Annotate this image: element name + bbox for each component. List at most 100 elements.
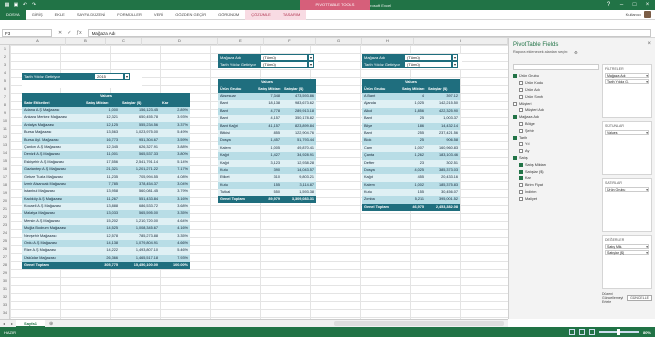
cancel-icon[interactable]: ✕: [58, 30, 62, 36]
pivot-col-header[interactable]: Satır Etiketleri: [22, 100, 84, 107]
chevron-down-icon[interactable]: ▾: [646, 251, 648, 255]
pivot-row[interactable]: Zımba 5,211 395,001.52: [362, 196, 460, 204]
filter-value[interactable]: (Tümü): [260, 54, 308, 61]
row-header[interactable]: 26: [0, 245, 10, 253]
pivot-row[interactable]: Bant 4,778 289,913.18: [218, 107, 316, 116]
page-layout-view-icon[interactable]: [578, 329, 585, 335]
column-header[interactable]: F: [264, 38, 316, 45]
area-item[interactable]: Tarih Yıldız G. ▾: [605, 79, 649, 84]
pivot-table-products-1[interactable]: Values Ürün Grubu Satış Miktarı Satışlar…: [218, 79, 316, 204]
pivot-row[interactable]: Kağıt 1,427 34,928.91: [218, 152, 316, 160]
page-break-view-icon[interactable]: [588, 329, 595, 335]
update-button[interactable]: GÜNCELLE: [627, 295, 652, 301]
pivot-row[interactable]: Çanta 1,262 183,103.46: [362, 152, 460, 160]
field-item[interactable]: Mağaza Adı: [513, 114, 599, 121]
pivot-row[interactable]: Dosya 4,025 385,373.03: [362, 166, 460, 175]
row-header[interactable]: 9: [0, 109, 10, 117]
field-search-input[interactable]: [513, 64, 599, 70]
tab-file[interactable]: DOSYA: [0, 9, 26, 20]
pivot-row[interactable]: Tutkal 550 1,593.38: [218, 189, 316, 197]
pivot-row[interactable]: Rize A.Ş Mağazası 14,222 1,493,807.10 5.46%: [22, 247, 190, 255]
pivot-row[interactable]: Kadıköy A.Ş Mağazası 11,267 551,433.84 3.16…: [22, 195, 190, 204]
help-icon[interactable]: ?: [605, 0, 612, 10]
row-header[interactable]: 20: [0, 197, 10, 205]
pivot-row[interactable]: Bilye 186 14,432.14: [362, 122, 460, 130]
row-header[interactable]: 15: [0, 157, 10, 165]
pivot-table-stores[interactable]: Values Satır Etiketleri Satış Miktarı Sa…: [22, 93, 190, 270]
function-icon[interactable]: ƒx: [76, 30, 81, 36]
row-header[interactable]: 18: [0, 181, 10, 189]
zoom-level[interactable]: 80%: [643, 330, 651, 335]
row-header[interactable]: 17: [0, 173, 10, 181]
pivot-row[interactable]: Kocaeli A.Ş Mağazası 13,888 686,533.72 3.68…: [22, 203, 190, 211]
pivot-row[interactable]: Çankırı A.Ş Mağazası 12,345 626,327.91 3.88…: [22, 143, 190, 152]
field-checkbox[interactable]: [513, 74, 517, 79]
user-account[interactable]: Kullanıcı: [626, 11, 655, 18]
field-item[interactable]: Satışlar ($): [513, 168, 599, 175]
row-header[interactable]: 8: [0, 101, 10, 109]
pivot-row[interactable]: Bant 18,138 983,673.62: [218, 100, 316, 108]
pivot-row[interactable]: Nevşehir Mağazası 12,578 785,273.88 3.35%: [22, 232, 190, 241]
field-checkbox[interactable]: [519, 142, 523, 147]
row-header[interactable]: 25: [0, 237, 10, 245]
row-header[interactable]: 7: [0, 93, 10, 101]
pivot-row[interactable]: Kalem 1,005 49,870.41: [218, 144, 316, 153]
pivot-row[interactable]: Mersin A.Ş Mağazası 15,202 1,210,720.00 4.6…: [22, 217, 190, 226]
horizontal-scrollbar[interactable]: [334, 321, 504, 326]
pivot-row[interactable]: Bant 25 1,003.37: [362, 115, 460, 123]
column-header[interactable]: D: [142, 38, 218, 45]
pivot-row[interactable]: Cam 1,007 160,960.83: [362, 144, 460, 153]
column-header[interactable]: B: [66, 38, 106, 45]
filter-value[interactable]: 2015: [94, 73, 124, 80]
normal-view-icon[interactable]: [568, 329, 575, 335]
row-header[interactable]: 5: [0, 77, 10, 85]
tab-insert[interactable]: EKLE: [49, 10, 71, 20]
field-item[interactable]: Tarih: [513, 134, 599, 141]
pivot-row[interactable]: Bant 255 237,421.56: [362, 129, 460, 138]
field-checkbox[interactable]: [519, 81, 523, 86]
row-header[interactable]: 16: [0, 165, 10, 173]
pivot-row[interactable]: Kağıt 455 20,433.16: [362, 174, 460, 182]
field-item[interactable]: Müşteri Adı: [513, 107, 599, 114]
pivot-row[interactable]: Gebze Tuzla Mağazası 11,235 705,994.55 4.08…: [22, 173, 190, 181]
close-icon[interactable]: ×: [644, 0, 651, 10]
column-header[interactable]: I: [414, 38, 508, 45]
tab-view[interactable]: GÖRÜNÜM: [212, 10, 245, 20]
field-item[interactable]: Kar: [513, 175, 599, 182]
field-checkbox[interactable]: [519, 87, 523, 92]
close-icon[interactable]: ×: [647, 41, 651, 47]
field-checkbox[interactable]: [519, 162, 523, 167]
pivot-row[interactable]: Ordu A.Ş Mağazası 14,138 1,079,804.91 4.66%: [22, 240, 190, 248]
pivot-row[interactable]: Eskişehir A.Ş Mağazası 17,556 2,541,791.14…: [22, 158, 190, 167]
row-header[interactable]: 33: [0, 301, 10, 309]
tab-review[interactable]: GÖZDEN GEÇİR: [169, 10, 212, 20]
field-item[interactable]: Maliyet: [513, 195, 599, 202]
field-item[interactable]: Ürün Grubu: [513, 73, 599, 80]
filter-value[interactable]: (Tümü): [260, 61, 308, 68]
field-item[interactable]: Ürün Kodu: [513, 80, 599, 87]
column-header[interactable]: E: [218, 38, 264, 45]
formula-input[interactable]: Mağaza Adı: [87, 28, 651, 37]
row-header[interactable]: 12: [0, 133, 10, 141]
area-item[interactable]: Mağaza Adı ▾: [605, 73, 649, 78]
field-item[interactable]: Şehir: [513, 127, 599, 134]
pivot-row[interactable]: Blok 25 906.58: [362, 137, 460, 145]
pivot-row[interactable]: Etiket 310 9,803.21: [218, 174, 316, 182]
row-header[interactable]: 4: [0, 69, 10, 77]
pivot-row[interactable]: Adana A.Ş Mağazası 1,000 156,123.45 2.89%: [22, 107, 190, 115]
row-header[interactable]: 32: [0, 293, 10, 301]
row-header[interactable]: 24: [0, 229, 10, 237]
pivot-col-header[interactable]: Kar: [160, 100, 190, 107]
column-header[interactable]: H: [362, 38, 414, 45]
chevron-down-icon[interactable]: ▾: [646, 188, 648, 192]
pivot-row[interactable]: Kutu 155 30,456.07: [362, 189, 460, 197]
pivot-col-header[interactable]: Satış Miktarı: [84, 100, 120, 107]
pivot-row[interactable]: Antalya Mağazası 12,125 555,234.56 3.37%: [22, 121, 190, 130]
column-header[interactable]: A: [10, 38, 66, 45]
row-header[interactable]: 21: [0, 205, 10, 213]
pivot-table-products-2[interactable]: Values Ürün Grubu Satış Miktarı Satışlar…: [362, 79, 460, 211]
worksheet-grid[interactable]: A B C D E F G H I 1 2 3 4 5 6 7 8 9 10 11 12 13 14 15 1…: [0, 38, 508, 319]
field-checkbox[interactable]: [519, 196, 523, 201]
field-checkbox[interactable]: [513, 155, 517, 160]
filter-dropdown-icon[interactable]: ▾: [452, 61, 458, 68]
